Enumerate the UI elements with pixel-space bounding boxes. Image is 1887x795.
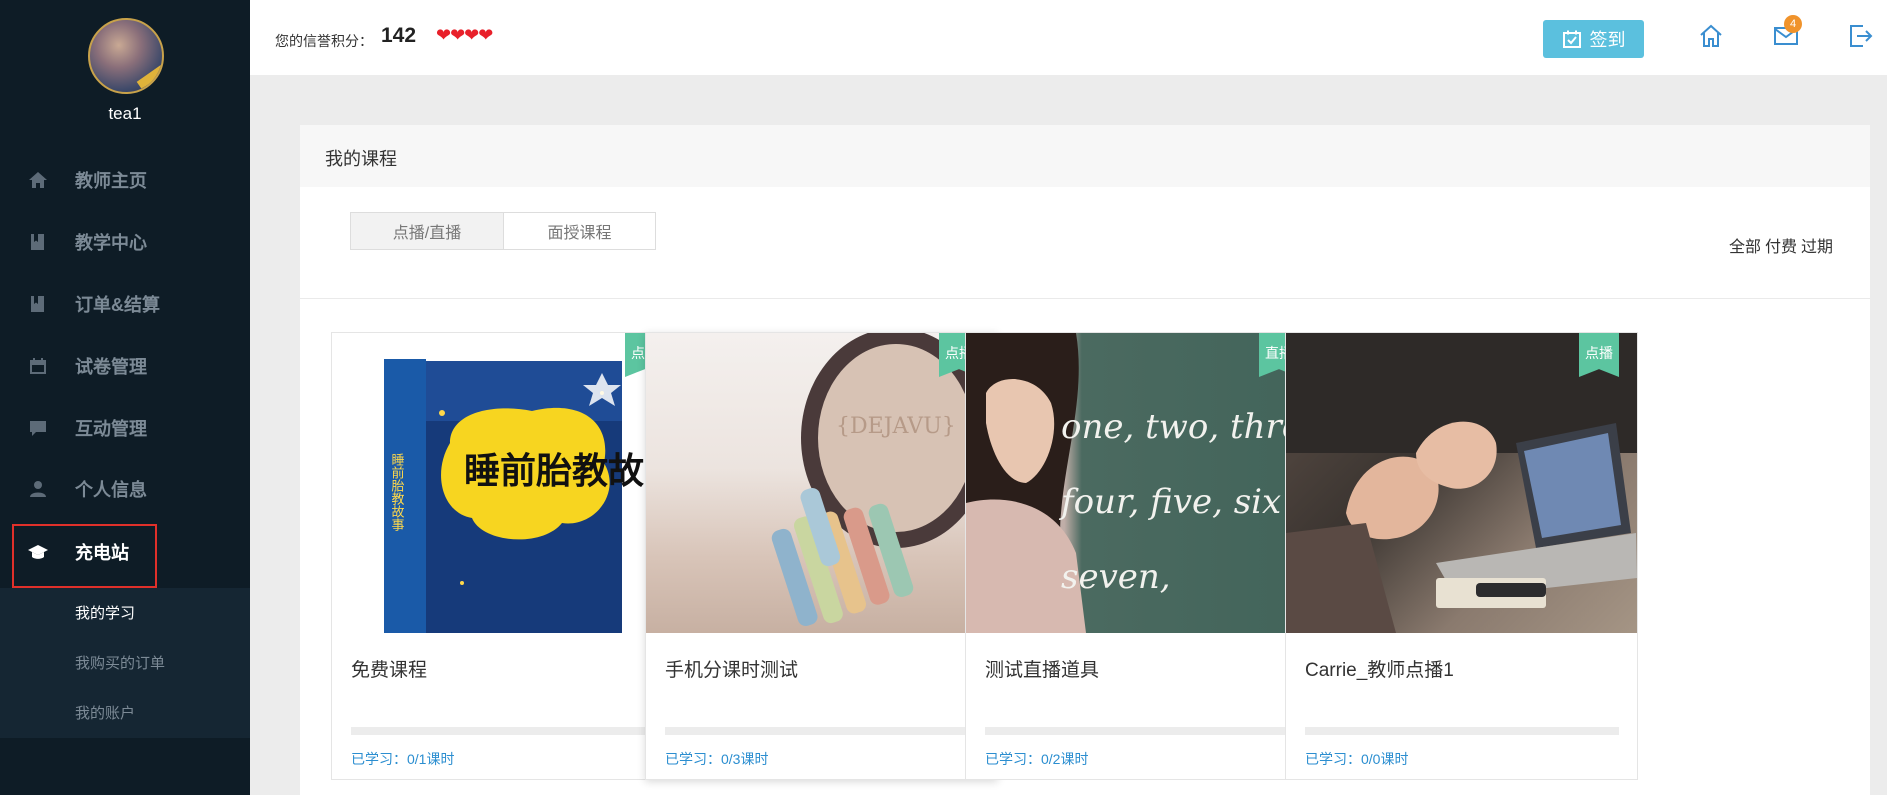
panel-header: 我的课程 [300,125,1870,187]
cup-text: {DEJAVU} [836,414,956,439]
logout-icon[interactable] [1846,22,1874,50]
signin-button[interactable]: 签到 [1543,20,1644,58]
course-progress-bar [985,727,1299,735]
course-progress-bar [351,727,665,735]
avatar[interactable] [88,18,164,94]
course-card[interactable]: 睡前胎教故事 睡前胎教故事 点播 免费课程 已学习：0/1课时 [331,332,684,780]
active-item-highlight [12,524,157,588]
course-progress-bar [1305,727,1619,735]
course-image: {DEJAVU} [646,333,997,633]
my-courses-panel: 我的课程 点播/直播 面授课程 全部付费过期 睡前胎教故事 睡前胎教故事 点播 … [300,125,1870,795]
course-title[interactable]: Carrie_教师点播1 [1305,655,1454,682]
home-icon[interactable] [1697,22,1725,50]
course-title[interactable]: 免费课程 [351,655,427,682]
sidebar-item-label: 互动管理 [75,419,147,439]
credit-hearts: ❤❤❤❤ [436,25,493,45]
chalk-cup-image: {DEJAVU} [771,333,991,627]
board-line-2: four, five, six [1058,482,1281,522]
chat-icon [28,418,48,438]
course-card[interactable]: 点播 Carrie_教师点播1 已学习：0/0课时 [1285,332,1638,780]
sidebar-subitem-my-account[interactable]: 我的账户 [75,702,135,723]
laptop-discussion-image [1286,333,1637,633]
user-icon [28,479,48,499]
course-title[interactable]: 手机分课时测试 [665,655,798,682]
sidebar-item-personal-info[interactable]: 个人信息 [0,459,250,519]
course-studied-count: 已学习：0/1课时 [351,751,455,767]
course-progress-bar [665,727,979,735]
sidebar: tea1 教师主页 教学中心 订单&结算 试卷管理 互动管理 个人信息 充电站 … [0,0,250,795]
sidebar-item-interaction-management[interactable]: 互动管理 [0,398,250,458]
credit-label: 您的信誉积分： [275,33,373,49]
filter-expired[interactable]: 过期 [1801,239,1833,256]
calendar-check-icon [1562,30,1581,48]
mail-badge: 4 [1784,15,1802,33]
course-image: one, two, thre four, five, six seven, [966,333,1317,633]
sidebar-item-teaching-center[interactable]: 教学中心 [0,212,250,272]
divider [300,298,1870,299]
tab-offline-courses[interactable]: 面授课程 [503,213,655,249]
board-line-1: one, two, thre [1061,407,1302,447]
course-card[interactable]: {DEJAVU} 点播 手机分课时测试 已学习：0/3课时 [645,332,998,780]
sidebar-subnav: 我的学习 我购买的订单 我的账户 [0,588,250,738]
course-image [1286,333,1637,633]
sidebar-subitem-my-orders[interactable]: 我购买的订单 [75,652,165,673]
course-studied-count: 已学习：0/3课时 [665,751,769,767]
sidebar-item-label: 试卷管理 [75,357,147,377]
sidebar-item-orders-settlement[interactable]: 订单&结算 [0,274,250,334]
course-filters: 全部 付费 过期 [1725,233,1833,257]
course-studied-count: 已学习：0/0课时 [1305,751,1409,767]
course-studied-count: 已学习：0/2课时 [985,751,1089,767]
sidebar-item-exam-management[interactable]: 试卷管理 [0,336,250,396]
course-image: 睡前胎教故事 睡前胎教故事 [332,333,683,633]
sidebar-subitem-my-learning[interactable]: 我的学习 [75,602,135,623]
credit-value: 142 [381,24,417,47]
book-icon [28,232,48,252]
tab-vod-live[interactable]: 点播/直播 [351,213,503,249]
course-title[interactable]: 测试直播道具 [985,655,1099,682]
calendar-icon [28,356,48,376]
course-type-tabs: 点播/直播 面授课程 [350,212,656,250]
signin-label: 签到 [1589,30,1626,50]
course-card[interactable]: one, two, thre four, five, six seven, 直播… [965,332,1318,780]
book-spine-title: 睡前胎教故事 [389,453,405,531]
sidebar-item-teacher-home[interactable]: 教师主页 [0,150,250,210]
username: tea1 [108,104,142,123]
page-title: 我的课程 [325,149,397,169]
sidebar-item-label: 教学中心 [75,233,147,253]
board-line-3: seven, [1061,557,1171,597]
book-cover-image: 睡前胎教故事 睡前胎教故事 [384,359,680,633]
sidebar-item-label: 个人信息 [75,480,147,500]
filter-paid[interactable]: 付费 [1765,239,1797,256]
sidebar-item-label: 教师主页 [75,171,147,191]
filter-all[interactable]: 全部 [1729,239,1761,256]
book-icon [28,294,48,314]
top-bar: 您的信誉积分： 142 ❤❤❤❤ 签到 4 [250,0,1887,75]
sidebar-item-label: 订单&结算 [75,295,160,315]
chalkboard-image: one, two, thre four, five, six seven, [966,333,1302,633]
home-icon [28,170,48,190]
